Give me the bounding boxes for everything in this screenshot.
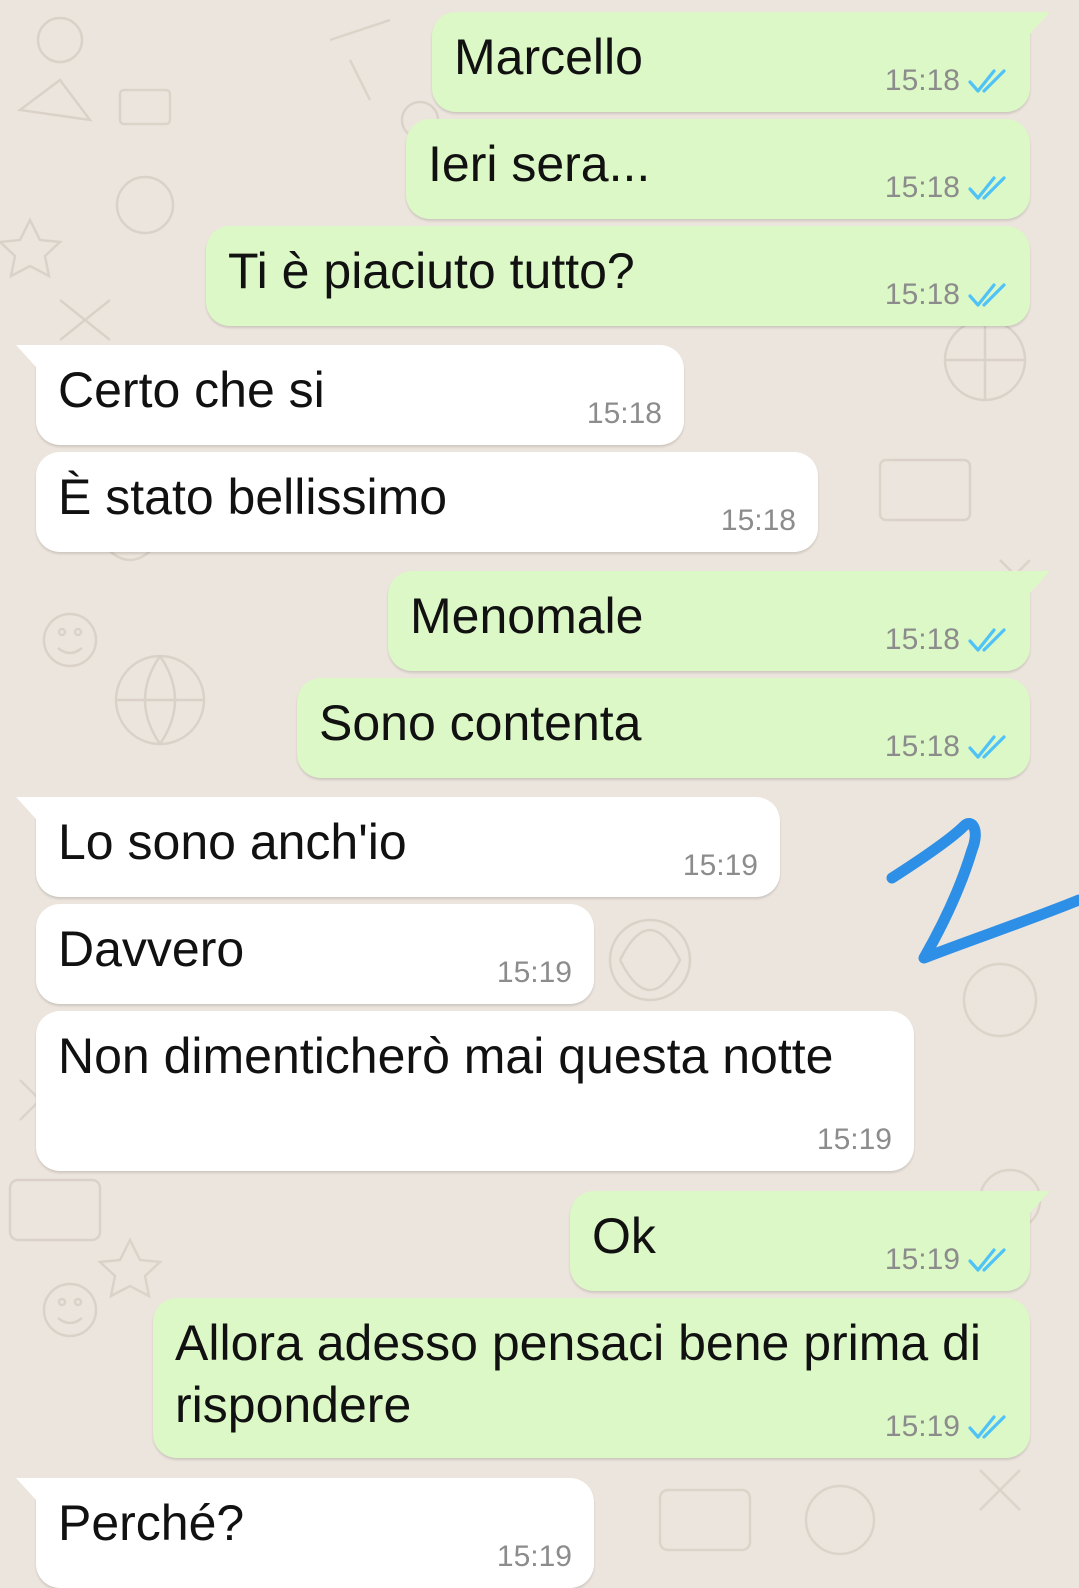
message-meta: 15:18 [885, 732, 1008, 762]
message-time: 15:18 [884, 64, 960, 97]
message-time: 15:18 [720, 504, 796, 537]
outgoing-message[interactable]: Marcello 15:18 [432, 12, 1030, 112]
message-time: 15:19 [496, 956, 572, 989]
message-meta: 15:18 [885, 280, 1008, 310]
message-time: 15:18 [586, 397, 662, 430]
message-time: 15:19 [682, 849, 758, 882]
bubble-tail [1030, 571, 1050, 593]
incoming-message[interactable]: Davvero 15:19 [36, 904, 594, 1004]
message-text: Ieri sera... [428, 136, 651, 192]
bubble-tail [1030, 12, 1050, 34]
message-text: Certo che si [58, 362, 325, 418]
message-text: Perché? [58, 1495, 245, 1551]
incoming-message[interactable]: Non dimenticherò mai questa notte 15:19 [36, 1011, 914, 1171]
message-text: Ok [592, 1208, 656, 1264]
hand-drawn-number-icon [886, 818, 1079, 964]
bubble-tail [1030, 1191, 1050, 1213]
message-text: Non dimenticherò mai questa notte [58, 1028, 834, 1084]
message-time: 15:19 [496, 1540, 572, 1573]
message-meta: 15:18 [885, 66, 1008, 96]
message-meta: 15:19 [817, 1125, 892, 1155]
message-text: Ti è piaciuto tutto? [228, 243, 635, 299]
outgoing-message[interactable]: Ti è piaciuto tutto? 15:18 [206, 226, 1030, 326]
message-text: Allora adesso pensaci bene prima di risp… [175, 1315, 982, 1433]
bubble-tail [16, 797, 36, 819]
message-time: 15:19 [884, 1410, 960, 1443]
read-ticks-icon [968, 283, 1006, 307]
outgoing-message[interactable]: Ok 15:19 [570, 1191, 1030, 1291]
read-ticks-icon [968, 628, 1006, 652]
read-ticks-icon [968, 735, 1006, 759]
bubble-tail [16, 345, 36, 367]
incoming-message[interactable]: È stato bellissimo 15:18 [36, 452, 818, 552]
message-text: È stato bellissimo [58, 469, 448, 525]
message-meta: 15:19 [497, 958, 572, 988]
outgoing-message[interactable]: Sono contenta 15:18 [297, 678, 1030, 778]
incoming-message[interactable]: Lo sono anch'io 15:19 [36, 797, 780, 897]
bubble-tail [16, 1478, 36, 1500]
read-ticks-icon [968, 1415, 1006, 1439]
message-meta: 15:19 [497, 1542, 572, 1572]
message-meta: 15:18 [885, 625, 1008, 655]
message-time: 15:19 [884, 1243, 960, 1276]
message-time: 15:18 [884, 171, 960, 204]
incoming-message[interactable]: Perché? 15:19 [36, 1478, 594, 1588]
message-meta: 15:19 [885, 1412, 1008, 1442]
outgoing-message[interactable]: Menomale 15:18 [388, 571, 1030, 671]
message-meta: 15:19 [683, 851, 758, 881]
message-meta: 15:19 [885, 1245, 1008, 1275]
message-meta: 15:18 [587, 399, 662, 429]
message-text: Sono contenta [319, 695, 642, 751]
message-meta: 15:18 [721, 506, 796, 536]
message-time: 15:18 [884, 278, 960, 311]
message-text: Marcello [454, 29, 643, 85]
read-ticks-icon [968, 1248, 1006, 1272]
read-ticks-icon [968, 176, 1006, 200]
outgoing-message[interactable]: Allora adesso pensaci bene prima di risp… [153, 1298, 1030, 1458]
message-text: Lo sono anch'io [58, 814, 407, 870]
message-meta: 15:18 [885, 173, 1008, 203]
message-time: 15:19 [816, 1123, 892, 1156]
incoming-message[interactable]: Certo che si 15:18 [36, 345, 684, 445]
message-text: Menomale [410, 588, 644, 644]
outgoing-message[interactable]: Ieri sera... 15:18 [406, 119, 1030, 219]
read-ticks-icon [968, 69, 1006, 93]
message-time: 15:18 [884, 623, 960, 656]
message-text: Davvero [58, 921, 245, 977]
message-time: 15:18 [884, 730, 960, 763]
